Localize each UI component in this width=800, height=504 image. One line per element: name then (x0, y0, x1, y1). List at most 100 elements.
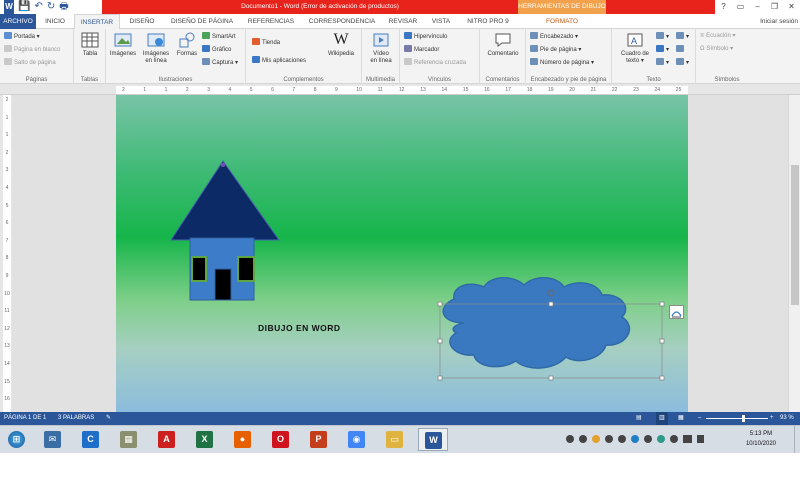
tray-icon-7[interactable] (644, 435, 652, 443)
table-button[interactable]: Tabla (80, 31, 100, 58)
show-desktop-button[interactable] (794, 426, 800, 454)
cover-page-button[interactable]: Portada ▾ (4, 32, 40, 41)
undo-icon[interactable]: ↶ (34, 0, 42, 14)
object-button[interactable]: ▾ (676, 58, 689, 67)
wikipedia-button[interactable]: W Wikipedia (326, 31, 356, 58)
ribbon-display-options-icon[interactable]: ▭ (732, 0, 749, 14)
tray-icon-8[interactable] (657, 435, 665, 443)
layout-options-button[interactable] (669, 305, 684, 319)
tab-home[interactable]: INICIO (38, 14, 72, 29)
print-layout-icon[interactable]: ▥ (656, 412, 668, 425)
signature-line-button[interactable]: ▾ (676, 32, 689, 41)
images-button[interactable]: Imágenes (108, 31, 138, 58)
zoom-in-button[interactable]: + (770, 412, 774, 425)
quick-parts-button[interactable]: ▾ (656, 32, 669, 41)
selection-handle-top-right[interactable] (659, 301, 665, 307)
vertical-scrollbar[interactable] (788, 95, 800, 412)
proofing-icon[interactable]: ✎ (106, 412, 111, 425)
taskbar-thunderbird-button[interactable]: ✉ (38, 428, 68, 451)
house-door[interactable] (214, 268, 232, 301)
minimize-button[interactable]: – (749, 0, 766, 14)
save-icon[interactable]: 💾 (18, 0, 30, 14)
horizontal-ruler[interactable]: 2 1 1 2 3 4 5 6 7 8 9 10 11 12 13 14 15 16 17 18 19 20 21 22 23 2… (0, 84, 800, 95)
selection-handle-left[interactable] (437, 338, 443, 344)
comment-button[interactable]: Comentario (483, 31, 523, 58)
online-images-button[interactable]: Imágenes en línea (140, 31, 172, 65)
word-count[interactable]: 3 PALABRAS (58, 412, 94, 425)
house-roof-shape[interactable] (170, 160, 280, 241)
my-apps-button[interactable]: Mis aplicaciones (252, 56, 306, 65)
read-mode-icon[interactable]: ▤ (636, 412, 642, 425)
selection-handle-right[interactable] (659, 338, 665, 344)
scrollbar-thumb[interactable] (791, 165, 799, 305)
taskbar-word-button[interactable]: W (418, 428, 448, 451)
roof-rotation-handle[interactable] (221, 163, 225, 167)
dropcap-button[interactable]: ▾ (656, 58, 669, 67)
close-button[interactable]: ✕ (783, 0, 800, 14)
help-button[interactable]: ? (715, 0, 732, 14)
footer-button[interactable]: Pie de página ▾ (530, 45, 581, 54)
document-page[interactable]: DIBUJO EN WORD (116, 95, 688, 412)
print-icon[interactable]: 🖶 (59, 0, 68, 14)
wordart-text[interactable]: DIBUJO EN WORD (258, 323, 341, 333)
zoom-out-button[interactable]: – (698, 412, 701, 425)
taskbar-archive-button[interactable]: ▦ (114, 428, 144, 451)
start-button[interactable]: ⊞ (2, 428, 32, 451)
bookmark-button[interactable]: Marcador (404, 45, 439, 54)
taskbar-firefox-button[interactable]: ● (228, 428, 258, 451)
tab-file[interactable]: ARCHIVO (0, 14, 36, 29)
selection-handle-top[interactable] (548, 301, 554, 307)
vertical-ruler[interactable]: 2 1 1 2 3 4 5 6 7 8 9 10 11 12 13 14 15 16 (0, 95, 12, 412)
selection-handle-bottom[interactable] (548, 375, 554, 381)
tray-icon-9[interactable] (670, 435, 678, 443)
smartart-button[interactable]: SmartArt (202, 32, 236, 41)
screenshot-button[interactable]: Captura ▾ (202, 58, 238, 67)
taskbar-acrobat-button[interactable]: A (152, 428, 182, 451)
page-break-button[interactable]: Salto de página (4, 58, 56, 67)
taskbar-powerpoint-button[interactable]: P (304, 428, 334, 451)
blank-page-button[interactable]: Página en blanco (4, 45, 60, 54)
equation-button[interactable]: π Ecuación ▾ (700, 32, 736, 40)
selection-handle-bottom-left[interactable] (437, 375, 443, 381)
tray-icon-2[interactable] (579, 435, 587, 443)
tab-references[interactable]: REFERENCIAS (242, 14, 300, 29)
volume-icon[interactable] (697, 435, 704, 443)
textbox-button[interactable]: A Cuadro de texto ▾ (616, 31, 654, 65)
cross-reference-button[interactable]: Referencia cruzada (404, 58, 466, 67)
tab-review[interactable]: REVISAR (384, 14, 422, 29)
cloud-shape[interactable] (442, 277, 630, 369)
symbol-button[interactable]: Ω Símbolo ▾ (700, 45, 733, 53)
store-button[interactable]: Tienda (252, 38, 280, 47)
tab-nitro-pro[interactable]: NITRO PRO 9 (460, 14, 516, 29)
zoom-slider[interactable] (706, 415, 768, 422)
network-icon[interactable] (683, 435, 692, 443)
chart-button[interactable]: Gráfico (202, 45, 231, 54)
shapes-button[interactable]: Formas (174, 31, 200, 58)
taskbar-clock[interactable]: 5:13 PM 10/10/2020 (746, 429, 776, 449)
house-right-window[interactable] (237, 256, 255, 282)
taskbar-excel-button[interactable]: X (190, 428, 220, 451)
word-logo-icon[interactable]: W (4, 0, 14, 14)
taskbar-chrome-button[interactable]: ◉ (342, 428, 372, 451)
sign-in-link[interactable]: Iniciar sesión (760, 14, 798, 29)
tray-icon-5[interactable] (618, 435, 626, 443)
taskbar-file-explorer-button[interactable]: ▭ (380, 428, 410, 451)
date-time-button[interactable] (676, 45, 686, 54)
zoom-slider-thumb[interactable] (742, 415, 746, 422)
tab-mailings[interactable]: CORRESPONDENCIA (302, 14, 382, 29)
tab-view[interactable]: VISTA (424, 14, 458, 29)
redo-icon[interactable]: ↻ (47, 0, 55, 14)
tray-icon-6[interactable] (631, 435, 639, 443)
online-video-button[interactable]: Vídeo en línea (366, 31, 396, 65)
selection-handle-top-left[interactable] (437, 301, 443, 307)
header-button[interactable]: Encabezado ▾ (530, 32, 578, 41)
web-layout-icon[interactable]: ▦ (678, 412, 684, 425)
page-number-button[interactable]: Número de página ▾ (530, 58, 594, 67)
tab-format[interactable]: FORMATO (518, 14, 606, 29)
wordart-button[interactable]: ▾ (656, 45, 669, 54)
tray-icon-3[interactable] (592, 435, 600, 443)
tab-design[interactable]: DISEÑO (122, 14, 162, 29)
tray-icon-4[interactable] (605, 435, 613, 443)
taskbar-opera-button[interactable]: O (266, 428, 296, 451)
zoom-level[interactable]: 93 % (780, 412, 794, 425)
